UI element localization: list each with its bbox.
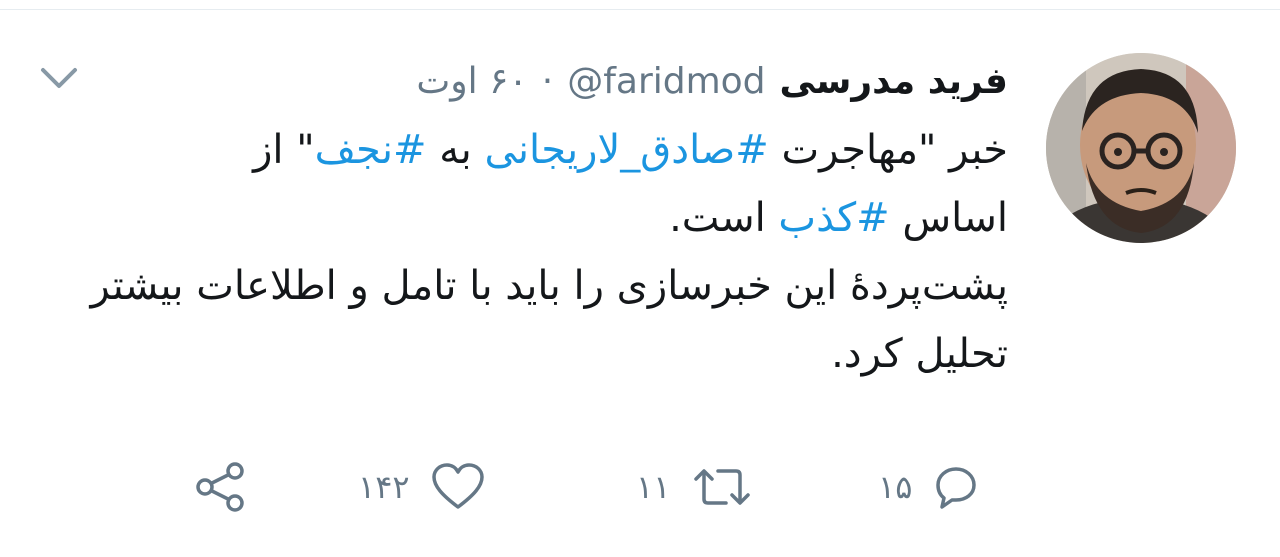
retweet-icon xyxy=(690,463,754,511)
chevron-down-icon[interactable] xyxy=(38,64,80,94)
tweet-line-1: خبر "مهاجرت #صادق_لاریجانی به #نجف" از xyxy=(68,116,1008,184)
separator-dot: · xyxy=(541,60,554,102)
hashtag-sadegh-larijani[interactable]: #صادق_لاریجانی xyxy=(485,127,769,173)
retweet-count: ۱۱ xyxy=(636,468,671,506)
avatar[interactable] xyxy=(1046,53,1236,243)
tweet-header: فرید مدرسی @faridmod · ۶۰ اوت xyxy=(416,48,1008,114)
text-segment: است. xyxy=(669,195,779,241)
reply-button[interactable]: ۱۵ xyxy=(878,452,980,522)
hashtag-najaf[interactable]: #نجف xyxy=(315,127,427,173)
author-handle[interactable]: @faridmod xyxy=(567,61,765,102)
like-button[interactable]: ۱۴۲ xyxy=(358,452,486,522)
text-segment: به xyxy=(426,127,485,173)
avatar-photo xyxy=(1046,53,1236,243)
share-icon xyxy=(193,459,249,515)
heart-icon xyxy=(430,462,486,512)
tweet-paragraph-2: پشت‌پردهٔ این خبرسازی را باید با تامل و … xyxy=(90,263,1009,377)
text-segment: اساس xyxy=(889,195,1008,241)
tweet-time[interactable]: ۶۰ اوت xyxy=(416,61,527,102)
top-divider xyxy=(0,9,1280,10)
tweet-text: خبر "مهاجرت #صادق_لاریجانی به #نجف" از ا… xyxy=(68,116,1009,388)
reply-count: ۱۵ xyxy=(878,468,913,506)
like-count: ۱۴۲ xyxy=(358,468,410,506)
hashtag-kazb[interactable]: #کذب xyxy=(778,195,889,241)
author-name[interactable]: فرید مدرسی xyxy=(780,61,1008,102)
tweet-actions: ۱۵ ۱۱ ۱۴۲ xyxy=(0,452,1280,522)
tweet-line-2: اساس #کذب است. xyxy=(68,184,1008,252)
text-segment: خبر "مهاجرت xyxy=(768,127,1009,173)
reply-icon xyxy=(932,463,980,511)
share-button[interactable] xyxy=(193,452,249,522)
retweet-button[interactable]: ۱۱ xyxy=(636,452,754,522)
text-segment: " از xyxy=(253,127,315,173)
